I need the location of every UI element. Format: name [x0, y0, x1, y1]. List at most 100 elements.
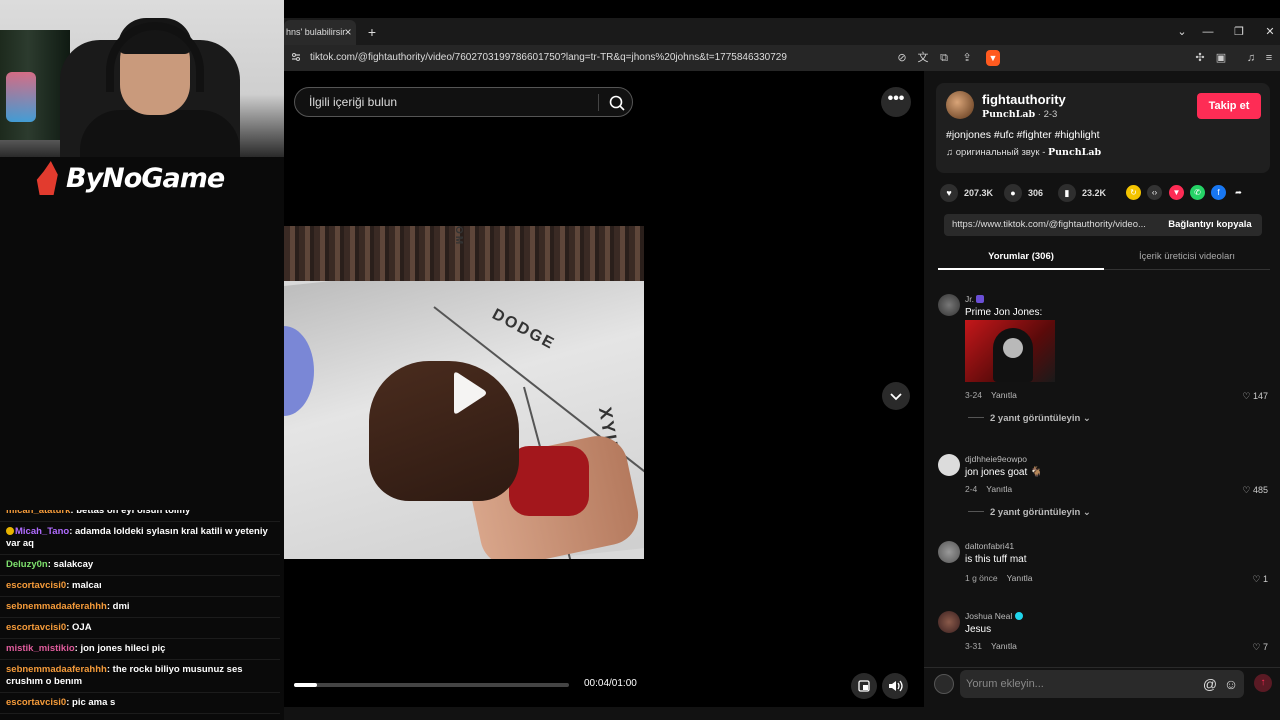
video-progress-bar[interactable]: [294, 683, 569, 687]
reply-button[interactable]: Yanıtla: [1007, 573, 1033, 583]
wallet-icon[interactable]: ▣: [1212, 49, 1230, 67]
reply-button[interactable]: Yanıtla: [991, 641, 1017, 651]
chat-username[interactable]: Deluzy0n: [6, 559, 48, 570]
chat-username[interactable]: Micah_Tano: [15, 526, 69, 537]
video-description[interactable]: #jonjones #ufc #fighter #highlight: [946, 129, 1100, 141]
view-replies-button[interactable]: 2 yanıt görüntüleyin ⌄: [968, 507, 1091, 518]
chat-username[interactable]: sebnemmadaaferahhh: [6, 664, 107, 675]
minimize-button[interactable]: —: [1196, 20, 1220, 45]
commenter-name[interactable]: Joshua Neal: [965, 611, 1023, 621]
commenter-name[interactable]: djdhheie9eowpo: [965, 454, 1027, 464]
mention-icon[interactable]: @: [1202, 676, 1218, 692]
emoji-icon[interactable]: ☺: [1223, 676, 1239, 692]
author-subline: PunchLab · 2-3: [982, 109, 1058, 120]
video-player[interactable]: COM DODGE XYIE: [284, 226, 644, 559]
new-tab-button[interactable]: +: [364, 20, 380, 45]
facebook-icon[interactable]: f: [1211, 185, 1226, 200]
reply-button[interactable]: Yanıtla: [991, 390, 1017, 400]
view-replies-button[interactable]: 2 yanıt görüntüleyin ⌄: [968, 413, 1091, 424]
chat-username[interactable]: mistik_mistikio: [6, 643, 75, 654]
media-icon[interactable]: ♫: [1242, 49, 1260, 67]
stream-chat: micah_ataturk: bettas on eyi olsun tolmy…: [0, 510, 280, 720]
volume-button[interactable]: [882, 673, 908, 699]
heart-outline-icon: ♡: [1252, 574, 1261, 584]
browser-tabbar: hns' bulabilirsir × + ⌄ — ❐ ✕: [284, 18, 1280, 45]
comment-stat[interactable]: ● 306: [1004, 183, 1043, 203]
tiktok-page: ••• COM DODGE XYIE 00:04/01:00: [284, 71, 1280, 720]
send-comment-button[interactable]: ↑: [1254, 674, 1272, 692]
commenter-avatar[interactable]: [938, 611, 960, 633]
share-arrow-icon[interactable]: ➦: [1231, 185, 1246, 200]
copy-link-button[interactable]: Bağlantıyı kopyala: [1158, 214, 1262, 236]
flame-icon: [36, 161, 58, 195]
commenter-avatar[interactable]: [938, 294, 960, 316]
close-window-button[interactable]: ✕: [1258, 20, 1280, 45]
reply-button[interactable]: Yanıtla: [986, 484, 1012, 494]
details-panel: fightauthority PunchLab · 2-3 Takip et #…: [924, 71, 1280, 720]
comment-like[interactable]: ♡ 485: [1242, 485, 1268, 496]
open-external-icon[interactable]: ⧉: [935, 49, 953, 67]
share-link-url[interactable]: https://www.tiktok.com/@fightauthority/v…: [952, 214, 1156, 236]
tab-close-icon[interactable]: ×: [341, 20, 355, 45]
chat-username[interactable]: micah_ataturk: [6, 510, 70, 516]
tab-creator-videos[interactable]: İçerik üreticisi videoları: [1104, 244, 1270, 270]
play-icon[interactable]: [448, 371, 488, 415]
more-options-button[interactable]: •••: [881, 87, 911, 117]
comment-like[interactable]: ♡ 147: [1242, 391, 1268, 402]
video-area: ••• COM DODGE XYIE 00:04/01:00: [284, 71, 924, 707]
address-bar: tiktok.com/@fightauthority/video/7602703…: [284, 45, 1280, 71]
site-settings-icon[interactable]: [290, 51, 304, 65]
comment-item: Joshua Neal Jesus 3-31 Yanıtla ♡ 7: [938, 611, 1268, 656]
tab-search-icon[interactable]: ⌄: [1170, 20, 1194, 45]
next-video-button[interactable]: [882, 382, 910, 410]
comment-gif[interactable]: [965, 320, 1055, 382]
tab-title: hns' bulabilirsir: [286, 27, 346, 37]
chat-text: pic ama s: [72, 697, 116, 708]
commenter-name[interactable]: daltonfabri41: [965, 541, 1014, 551]
share-icon[interactable]: ⇪: [958, 49, 976, 67]
author-name[interactable]: fightauthority: [982, 92, 1066, 107]
no-tracking-icon[interactable]: ⊘: [893, 49, 911, 67]
comment-item: daltonfabri41 is this tuff mat 1 g önce Y…: [938, 541, 1268, 591]
embed-icon[interactable]: ‹›: [1147, 185, 1162, 200]
pip-button[interactable]: [851, 673, 877, 699]
webcam-feed: [0, 0, 284, 157]
search-icon[interactable]: [607, 93, 627, 113]
maximize-button[interactable]: ❐: [1227, 20, 1251, 45]
chat-username[interactable]: escortavcisi0: [6, 622, 66, 633]
comment-text: jon jones goat 🐐: [965, 467, 1043, 478]
commenter-avatar[interactable]: [938, 541, 960, 563]
like-stat[interactable]: ♥ 207.3K: [940, 183, 993, 203]
translate-icon[interactable]: 文: [914, 49, 932, 67]
chat-username[interactable]: sebnemmadaaferahhh: [6, 601, 107, 612]
url-text[interactable]: tiktok.com/@fightauthority/video/7602703…: [310, 45, 787, 71]
badge-icon: [976, 295, 985, 303]
chat-username[interactable]: escortavcisi0: [6, 697, 66, 708]
chat-badge-icon: [6, 527, 14, 535]
commenter-avatar[interactable]: [938, 454, 960, 476]
repost-icon[interactable]: ↻: [1126, 185, 1141, 200]
engagement-stats: ♥ 207.3K ● 306 ▮ 23.2K ↻ ‹› ▼ ✆ f ➦: [940, 183, 1270, 203]
sound-link[interactable]: ♫ оригинальный звук - PunchLab: [946, 147, 1101, 158]
brave-shield-icon[interactable]: ▼: [986, 50, 1000, 66]
stream-overlay: ByNoGame micah_ataturk: bettas on eyi ol…: [0, 0, 284, 720]
tab-comments[interactable]: Yorumlar (306): [938, 244, 1104, 270]
video-time: 00:04/01:00: [584, 678, 637, 689]
heart-outline-icon: ♡: [1242, 391, 1251, 401]
search-input[interactable]: [309, 88, 589, 116]
commenter-name[interactable]: Jr.: [965, 294, 985, 304]
whatsapp-icon[interactable]: ✆: [1190, 185, 1205, 200]
chat-text: salakcay: [53, 559, 94, 570]
chat-message: Deluzy0n: salakcay: [0, 555, 280, 576]
comment-like[interactable]: ♡ 7: [1252, 642, 1268, 653]
save-stat[interactable]: ▮ 23.2K: [1058, 183, 1106, 203]
follow-button[interactable]: Takip et: [1197, 93, 1261, 119]
send-to-friends-icon[interactable]: ▼: [1169, 185, 1184, 200]
chat-username[interactable]: escortavcisi0: [6, 580, 66, 591]
author-avatar[interactable]: [946, 91, 974, 119]
comment-like[interactable]: ♡ 1: [1252, 574, 1268, 585]
logo-text: ByNoGame: [66, 162, 225, 194]
bookmark-icon: ▮: [1058, 184, 1076, 202]
extensions-icon[interactable]: ✣: [1191, 49, 1209, 67]
menu-icon[interactable]: ≡: [1260, 49, 1278, 67]
